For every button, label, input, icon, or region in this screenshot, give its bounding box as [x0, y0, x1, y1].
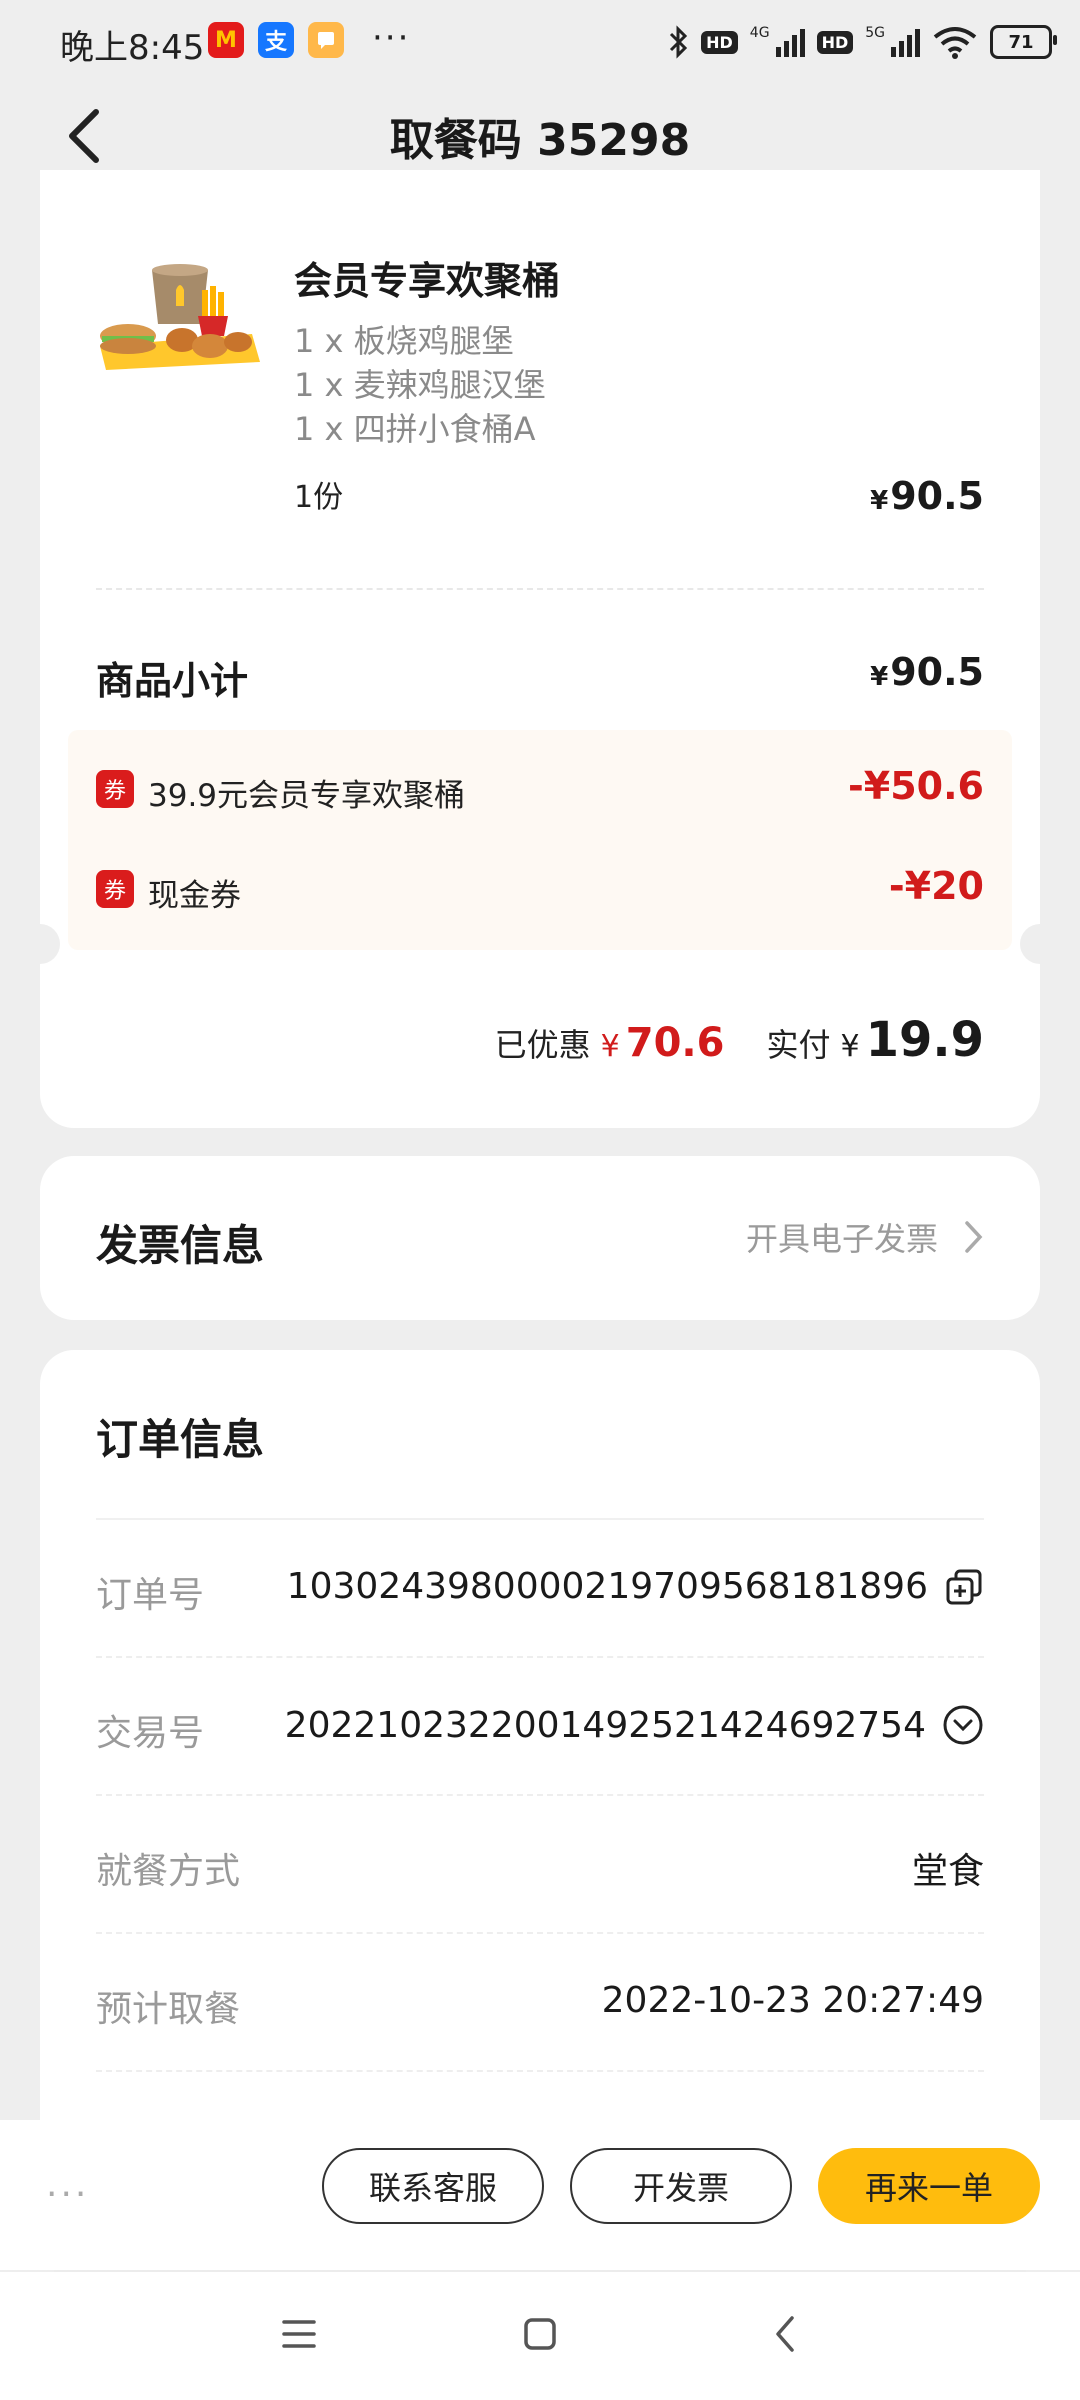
- back-nav-icon[interactable]: [772, 2314, 798, 2354]
- message-app-icon: [308, 22, 344, 58]
- system-nav-bar: [0, 2272, 1080, 2400]
- order-summary-card: 会员专享欢聚桶 1 x 板烧鸡腿堡 1 x 麦辣鸡腿汉堡 1 x 四拼小食桶A …: [20, 170, 1060, 1128]
- product-item-3: 1 x 四拼小食桶A: [294, 410, 536, 448]
- product-name: 会员专享欢聚桶: [294, 259, 561, 303]
- discount-label-2: 现金券: [148, 878, 241, 914]
- status-icons: HD 4G HD 5G 71: [667, 20, 1057, 64]
- coupon-icon: 券: [96, 870, 134, 908]
- more-options-button[interactable]: ···: [46, 2174, 89, 2215]
- page-title: 取餐码 35298: [389, 115, 691, 166]
- dining-method-value: 堂食: [911, 1851, 984, 1892]
- order-number-value-group: 1030243980000219709568181896: [287, 1566, 984, 1607]
- paid-amount: 19.9: [865, 1012, 984, 1068]
- menu-icon[interactable]: [282, 2318, 316, 2350]
- order-info-card: 订单信息 订单号 1030243980000219709568181896 交易…: [40, 1350, 1040, 2210]
- status-time: 晚上8:45: [60, 28, 205, 68]
- subtotal-value: 90.5: [890, 650, 984, 694]
- product-price-value: 90.5: [890, 474, 984, 518]
- order-info-title: 订单信息: [96, 1415, 265, 1464]
- info-row-dining-method: 就餐方式 堂食: [96, 1794, 984, 1934]
- battery-icon: 71: [990, 25, 1057, 59]
- invoice-action-label: 开具电子发票: [745, 1220, 938, 1258]
- product-image: [100, 264, 260, 370]
- paid-label: 实付: [766, 1026, 831, 1064]
- order-number-value: 1030243980000219709568181896: [286, 1566, 928, 1607]
- mcdonalds-app-icon: M: [208, 22, 244, 58]
- expand-circle-icon[interactable]: [942, 1704, 984, 1746]
- discount-amount-2: -¥20: [888, 864, 984, 908]
- info-row-pickup-time: 预计取餐 2022-10-23 20:27:49: [96, 1932, 984, 2072]
- chevron-right-icon: [965, 1221, 983, 1253]
- ticket-notch-right: [1020, 924, 1060, 964]
- product-item-2: 1 x 麦辣鸡腿汉堡: [294, 366, 546, 404]
- pickup-time-value: 2022-10-23 20:27:49: [601, 1980, 984, 2021]
- hd-icon: HD: [701, 30, 738, 54]
- transaction-number-label: 交易号: [96, 1713, 205, 1754]
- transaction-number-value-group: 2022102322001492521424692754: [285, 1704, 984, 1746]
- invoice-card[interactable]: 发票信息 开具电子发票: [40, 1156, 1040, 1320]
- copy-icon[interactable]: [944, 1567, 984, 1607]
- transaction-number-value: 2022102322001492521424692754: [284, 1704, 926, 1746]
- contact-service-button[interactable]: 联系客服: [322, 2148, 544, 2224]
- status-bar: 晚上8:45 M 支 ··· HD 4G HD 5G 71: [0, 0, 1080, 84]
- saved-amount: 70.6: [625, 1020, 725, 1066]
- issue-invoice-button[interactable]: 开发票: [570, 2148, 792, 2224]
- subtotal-label: 商品小计: [96, 659, 249, 703]
- product-price: ¥90.5: [870, 474, 984, 518]
- bluetooth-icon: [670, 25, 688, 59]
- order-totals: 已优惠 ¥ 70.6 实付 ¥ 19.9: [495, 1012, 984, 1068]
- alipay-app-icon: 支: [258, 22, 294, 58]
- discount-amount-1: -¥50.6: [848, 764, 984, 808]
- coupon-icon: 券: [96, 770, 134, 808]
- home-icon[interactable]: [522, 2316, 558, 2352]
- saved-label: 已优惠: [494, 1026, 591, 1064]
- discount-list: 券 39.9元会员专享欢聚桶 -¥50.6 券 现金券 -¥20: [68, 730, 1012, 950]
- discount-label-1: 39.9元会员专享欢聚桶: [148, 778, 466, 814]
- product-item-1: 1 x 板烧鸡腿堡: [294, 322, 514, 360]
- issue-e-invoice-link[interactable]: 开具电子发票: [746, 1214, 984, 1260]
- subtotal-price: ¥90.5: [870, 650, 984, 694]
- reorder-button[interactable]: 再来一单: [818, 2148, 1040, 2224]
- divider: [96, 588, 984, 590]
- invoice-title: 发票信息: [96, 1221, 265, 1270]
- currency-symbol: ¥: [870, 486, 889, 516]
- currency-symbol: ¥: [840, 1029, 860, 1064]
- bottom-action-bar: ··· 联系客服 开发票 再来一单: [0, 2120, 1080, 2270]
- network-4g-label: 4G: [749, 25, 770, 41]
- order-number-label: 订单号: [96, 1575, 205, 1616]
- currency-symbol: ¥: [870, 662, 889, 692]
- currency-symbol: ¥: [600, 1029, 620, 1064]
- signal-icon: [775, 27, 805, 57]
- pickup-time-label: 预计取餐: [96, 1989, 241, 2030]
- dining-method-label: 就餐方式: [96, 1851, 241, 1892]
- info-row-transaction-number: 交易号 2022102322001492521424692754: [96, 1656, 984, 1796]
- product-quantity: 1份: [294, 480, 344, 515]
- hd-icon-2: HD: [816, 30, 854, 54]
- ticket-notch-left: [20, 924, 60, 964]
- network-5g-label: 5G: [865, 25, 885, 41]
- info-row-order-number: 订单号 1030243980000219709568181896: [96, 1518, 984, 1658]
- wifi-icon: [933, 27, 977, 59]
- signal-icon-2: [891, 27, 920, 57]
- more-notifications-icon: ···: [372, 18, 411, 58]
